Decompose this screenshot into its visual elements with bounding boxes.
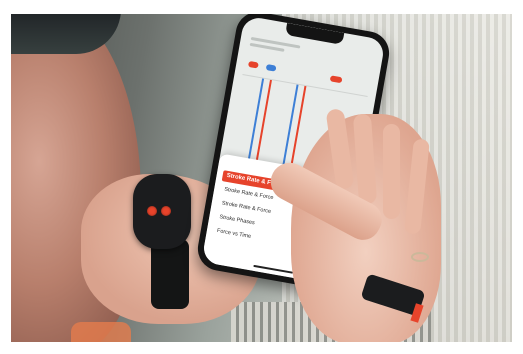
- menu-item[interactable]: Stroke Phases: [219, 214, 255, 226]
- photo: Stroke Rate & Force Stroke Rate & Force …: [11, 14, 512, 342]
- legend-chip-2: [265, 64, 277, 72]
- sensor-strap: [151, 239, 189, 309]
- legend-chip-3: [329, 75, 343, 84]
- chart-trace: [254, 79, 272, 169]
- legend-chip-1: [247, 60, 259, 69]
- sensor-button-left: [147, 206, 157, 216]
- wrist-sensor: [133, 174, 191, 249]
- finger: [383, 124, 400, 219]
- person-sleeve: [71, 322, 131, 342]
- sensor-button-right: [161, 206, 171, 216]
- menu-item[interactable]: Stroke Rate & Force: [221, 200, 271, 215]
- finger-ring: [411, 252, 429, 262]
- menu-item[interactable]: Force vs Time: [216, 228, 251, 240]
- home-indicator: [252, 264, 293, 274]
